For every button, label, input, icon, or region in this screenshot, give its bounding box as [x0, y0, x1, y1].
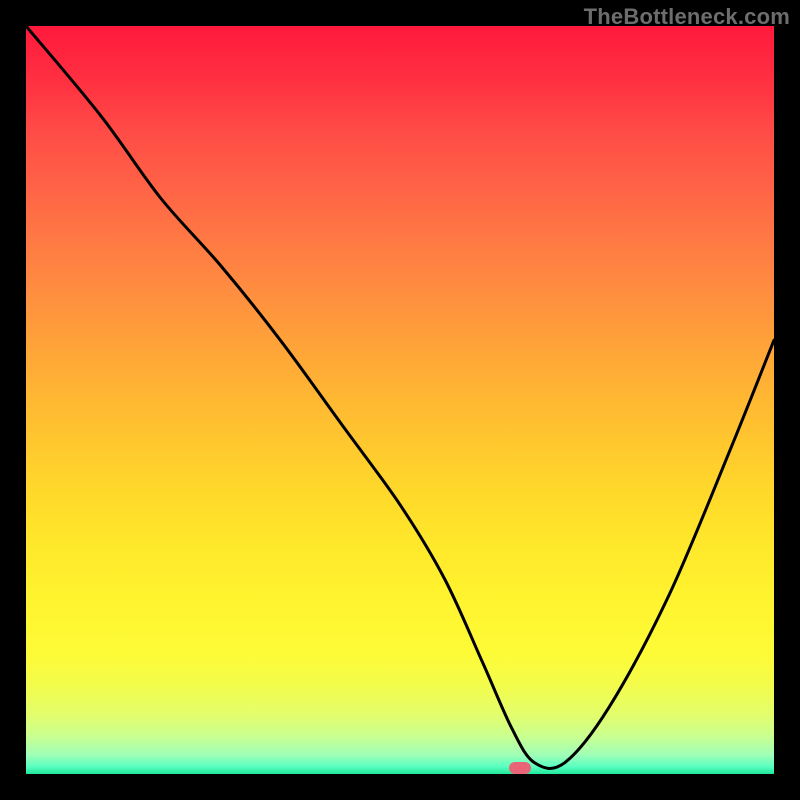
chart-container: TheBottleneck.com	[0, 0, 800, 800]
optimal-marker	[509, 762, 531, 774]
plot-area	[26, 26, 774, 774]
watermark-text: TheBottleneck.com	[584, 4, 790, 30]
bottleneck-curve	[26, 26, 774, 774]
curve-path	[26, 26, 774, 768]
